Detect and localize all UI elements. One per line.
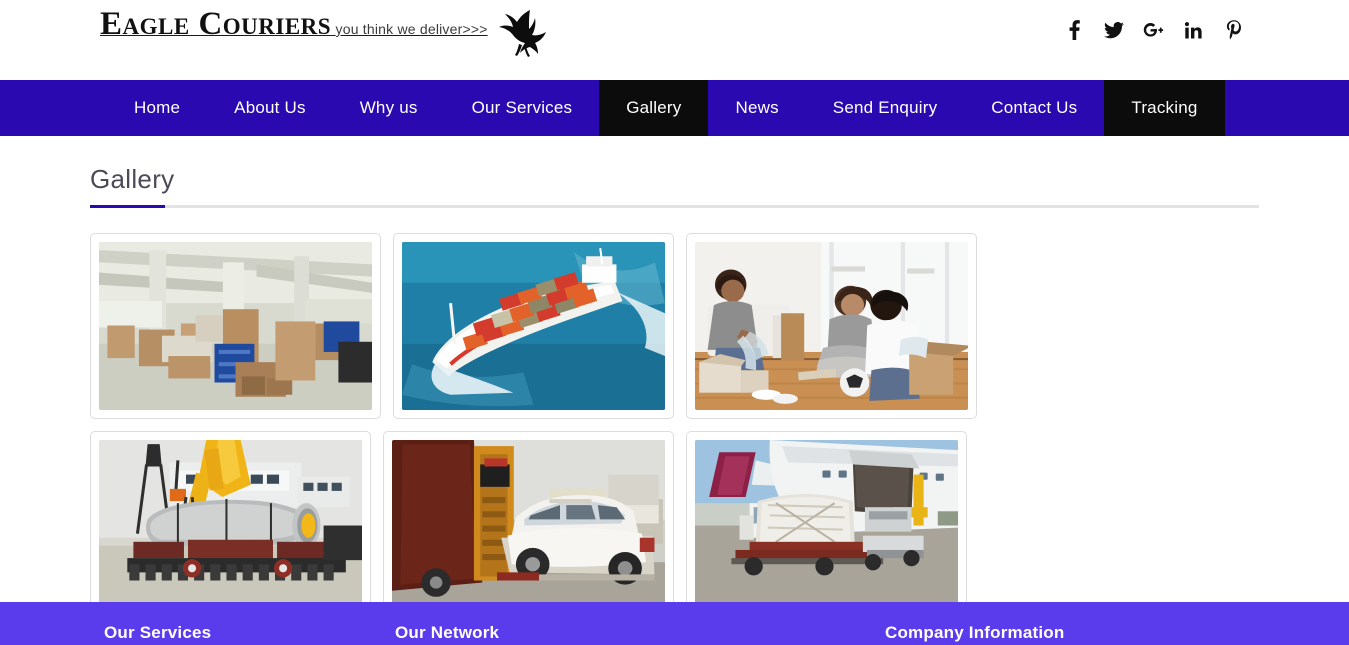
gallery-image-container-ship <box>402 242 665 410</box>
social-links <box>1063 18 1245 42</box>
google-plus-icon[interactable] <box>1143 18 1165 42</box>
logo-wordmark: Eagle Couriers <box>100 6 332 42</box>
nav-item-tracking[interactable]: Tracking <box>1104 80 1225 136</box>
nav-item-gallery[interactable]: Gallery <box>599 80 709 136</box>
gallery-thumb-heavy-lift[interactable] <box>90 431 371 617</box>
site-logo[interactable]: Eagle Couriers you think we deliver>>> <box>100 6 548 65</box>
footer-columns: Our Services Our Network Company Informa… <box>0 602 1349 645</box>
gallery-thumb-warehouse[interactable] <box>90 233 381 419</box>
main-navigation: Home About Us Why us Our Services Galler… <box>0 80 1349 136</box>
nav-item-home[interactable]: Home <box>107 80 207 136</box>
nav-item-our-services[interactable]: Our Services <box>445 80 600 136</box>
gallery-thumb-container-ship[interactable] <box>393 233 674 419</box>
twitter-icon[interactable] <box>1103 18 1125 42</box>
main-content: Gallery <box>0 136 1349 617</box>
nav-item-contact-us[interactable]: Contact Us <box>964 80 1104 136</box>
gallery-thumb-car-loading[interactable] <box>383 431 674 617</box>
pinterest-icon[interactable] <box>1223 18 1245 42</box>
gallery-grid <box>90 233 1259 617</box>
footer-heading-our-services: Our Services <box>104 623 212 642</box>
eagle-icon <box>490 8 548 65</box>
title-accent-bar <box>90 205 165 208</box>
footer-heading-our-network: Our Network <box>395 623 500 642</box>
gallery-thumb-family-packing[interactable] <box>686 233 977 419</box>
facebook-icon[interactable] <box>1063 18 1085 42</box>
logo-text-block: Eagle Couriers you think we deliver>>> <box>100 6 488 42</box>
site-footer: Our Services Our Network Company Informa… <box>0 602 1349 645</box>
gallery-thumb-air-cargo[interactable] <box>686 431 967 617</box>
gallery-image-family-packing <box>695 242 968 410</box>
gallery-image-warehouse <box>99 242 372 410</box>
title-underline-rule <box>90 205 1259 208</box>
page-title-row: Gallery <box>90 136 1259 208</box>
nav-item-about-us[interactable]: About Us <box>207 80 333 136</box>
linkedin-icon[interactable] <box>1183 18 1205 42</box>
gallery-image-car-loading <box>392 440 665 608</box>
nav-item-send-enquiry[interactable]: Send Enquiry <box>806 80 964 136</box>
nav-item-why-us[interactable]: Why us <box>333 80 445 136</box>
nav-item-news[interactable]: News <box>708 80 805 136</box>
gallery-image-heavy-lift <box>99 440 362 608</box>
gallery-image-air-cargo <box>695 440 958 608</box>
page-title: Gallery <box>90 164 175 194</box>
logo-tagline: you think we deliver>>> <box>335 21 488 37</box>
site-header: Eagle Couriers you think we deliver>>> <box>0 0 1349 80</box>
footer-heading-company-information: Company Information <box>885 623 1065 642</box>
